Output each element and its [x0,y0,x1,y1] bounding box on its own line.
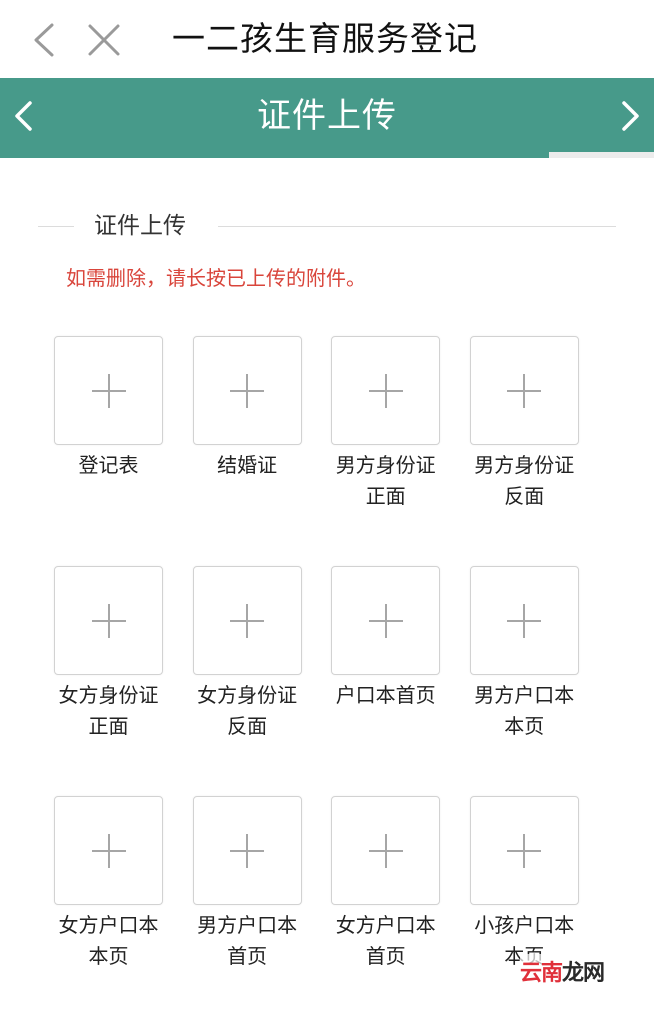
next-step-button[interactable] [610,96,650,136]
upload-slot: 男方身份证 正面 [331,336,441,566]
plus-icon [507,603,542,638]
plus-icon [368,373,403,408]
upload-caption-line2: 本页 [504,714,545,738]
upload-caption: 男方户口本 本页 [456,680,593,742]
upload-caption-line1: 结婚证 [217,453,278,477]
upload-button[interactable] [54,336,163,445]
upload-slot: 小孩户口本本页 [469,796,579,1026]
upload-slot: 男方户口本 本页 [469,566,579,796]
page-title: 一二孩生育服务登记 [172,19,478,58]
upload-caption-line1: 小孩户口本 [474,913,575,937]
upload-caption-line2: 首页 [365,944,406,968]
upload-slot: 户口本首页 [331,566,441,796]
plus-icon [230,833,265,868]
upload-caption: 登记表 [40,450,177,481]
upload-caption-line2: 反面 [504,484,545,508]
upload-button[interactable] [54,566,163,675]
plus-icon [368,833,403,868]
plus-icon [91,373,126,408]
upload-slot: 女方户口本 首页 [331,796,441,1026]
step-header: 证件上传 [0,78,654,158]
upload-caption-line1: 女方身份证 [58,683,159,707]
watermark-text-part2: 龙网 [562,960,605,986]
upload-button[interactable] [331,796,441,905]
upload-caption: 结婚证 [179,450,316,481]
upload-button[interactable] [192,336,302,445]
plus-icon [507,833,542,868]
upload-slot: 结婚证 [192,336,302,566]
upload-caption: 户口本首页 [317,680,454,711]
upload-slot: 男方户口本 首页 [192,796,302,1026]
upload-caption-line1: 男方户口本 [474,683,575,707]
upload-button[interactable] [54,796,163,905]
upload-caption-line1: 女方身份证 [197,683,298,707]
plus-icon [91,603,126,638]
divider [38,226,74,227]
upload-caption-line2: 正面 [88,714,129,738]
upload-caption: 女方身份证 正面 [40,680,177,742]
upload-button[interactable] [469,566,579,675]
upload-caption-line2: 正面 [365,484,406,508]
delete-hint-text: 如需删除，请长按已上传的附件。 [66,266,366,290]
upload-button[interactable] [469,336,579,445]
upload-button[interactable] [469,796,579,905]
upload-grid: 登记表 结婚证 男方身份证 正面 男方身份证 反面 女方身份证 正面 女方身份证 反面 户口本首页男… [54,336,582,1026]
step-progress-bar [0,152,654,158]
plus-icon [368,603,403,638]
divider [218,226,616,227]
upload-caption: 男方身份证 反面 [456,450,593,512]
step-title: 证件上传 [257,96,397,136]
upload-caption: 男方户口本 首页 [179,910,316,972]
plus-icon [91,833,126,868]
back-button[interactable] [22,18,66,62]
upload-slot: 女方身份证 正面 [54,566,163,796]
upload-caption-line1: 男方身份证 [474,453,575,477]
upload-button[interactable] [192,566,302,675]
close-icon [88,24,120,56]
site-watermark-logo: 云南 龙网 [520,954,624,988]
upload-slot: 女方身份证 反面 [192,566,302,796]
plus-icon [230,603,265,638]
upload-caption-line1: 男方身份证 [335,453,436,477]
upload-caption-line2: 反面 [227,714,268,738]
upload-caption: 女方户口本 首页 [317,910,454,972]
watermark-text-part1: 云南 [520,960,563,986]
upload-caption: 女方身份证 反面 [179,680,316,742]
close-button[interactable] [82,18,126,62]
upload-caption: 男方身份证 正面 [317,450,454,512]
section-title: 证件上传 [94,213,186,239]
upload-caption-line1: 女方户口本 [58,913,159,937]
upload-button[interactable] [331,336,441,445]
upload-button[interactable] [192,796,302,905]
upload-caption-line2: 本页 [88,944,129,968]
section-heading: 证件上传 [38,204,616,248]
upload-caption-line1: 登记表 [78,453,139,477]
chevron-right-icon [622,101,639,131]
step-progress-fill [0,152,550,158]
upload-caption-line1: 户口本首页 [335,683,436,707]
plus-icon [230,373,265,408]
upload-button[interactable] [331,566,441,675]
upload-caption-line2: 首页 [227,944,268,968]
upload-caption-line1: 女方户口本 [335,913,436,937]
plus-icon [507,373,542,408]
top-navigation-bar: 一二孩生育服务登记 [0,0,654,78]
chevron-left-icon [34,23,54,57]
upload-slot: 男方身份证 反面 [469,336,579,566]
upload-caption: 女方户口本 本页 [40,910,177,972]
upload-slot: 登记表 [54,336,163,566]
upload-slot: 女方户口本 本页 [54,796,163,1026]
upload-caption-line1: 男方户口本 [197,913,298,937]
